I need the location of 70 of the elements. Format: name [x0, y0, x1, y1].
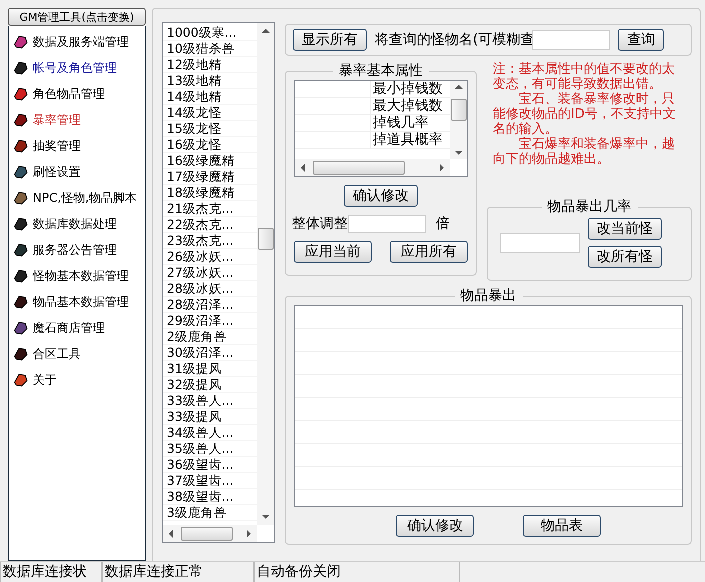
horizontal-scrollbar[interactable]	[295, 159, 450, 176]
sidebar-item[interactable]: 刷怪设置	[33, 164, 81, 180]
scroll-right-icon[interactable]	[440, 164, 444, 172]
status-text: 数据库连接状	[0, 562, 102, 582]
group-title: 暴率基本属性	[338, 62, 424, 80]
query-button[interactable]: 查询	[618, 29, 664, 51]
scale-label: 整体调整	[292, 215, 348, 233]
scroll-thumb[interactable]	[258, 228, 274, 250]
horizontal-scrollbar[interactable]	[163, 525, 257, 542]
apply-current-button[interactable]: 应用当前	[294, 241, 372, 263]
scroll-up-icon[interactable]	[454, 85, 462, 89]
sidebar-item[interactable]: 帐号及角色管理	[33, 60, 117, 76]
group-title: 物品暴出几率	[546, 198, 632, 216]
show-all-button[interactable]: 显示所有	[293, 29, 367, 51]
sprite-icon	[13, 138, 29, 154]
sidebar-item[interactable]: 关于	[33, 372, 57, 388]
sidebar-item[interactable]: 服务器公告管理	[33, 242, 117, 258]
confirm-button[interactable]: 确认修改	[396, 515, 474, 537]
sprite-icon	[13, 190, 29, 206]
scroll-left-icon[interactable]	[301, 164, 305, 172]
scroll-down-icon[interactable]	[262, 515, 270, 519]
sprite-icon	[13, 294, 29, 310]
attribute-name: 最大掉钱数	[372, 98, 443, 114]
sidebar-item[interactable]: 合区工具	[33, 346, 81, 362]
sprite-icon	[13, 242, 29, 258]
scroll-thumb[interactable]	[313, 160, 405, 174]
sprite-icon	[13, 60, 29, 76]
sprite-icon	[13, 372, 29, 388]
sprite-icon	[13, 320, 29, 336]
sprite-icon	[13, 216, 29, 232]
vertical-scrollbar[interactable]	[257, 23, 274, 525]
apply-all-button[interactable]: 应用所有	[390, 241, 468, 263]
item-table-button[interactable]: 物品表	[522, 515, 601, 537]
vertical-scrollbar[interactable]	[450, 81, 467, 159]
sidebar-item[interactable]: 暴率管理	[33, 112, 81, 128]
scale-field[interactable]	[348, 215, 426, 233]
scroll-left-icon[interactable]	[169, 530, 173, 538]
confirm-button[interactable]: 确认修改	[344, 185, 418, 207]
sprite-icon	[13, 346, 29, 362]
scroll-thumb[interactable]	[450, 99, 466, 121]
sidebar-item[interactable]: 角色物品管理	[33, 86, 105, 102]
sidebar-item[interactable]: 抽奖管理	[33, 138, 81, 154]
sidebar-item[interactable]: 物品基本数据管理	[33, 294, 129, 310]
warning-note: 注：基本属性中的值不要改的太变态，有可能导致数据出错。 宝石、装备暴率修改时，只能修改物品的ID号，不支持中文名的输入。 宝石爆率和装备爆率中，越向下的物品越难出。	[493, 62, 677, 169]
status-text: 自动备份关闭	[254, 562, 460, 582]
panel-switch-button[interactable]: GM管理工具(点击变换)	[8, 8, 146, 26]
change-all-button[interactable]: 改所有怪	[588, 246, 662, 268]
sprite-icon	[13, 268, 29, 284]
scroll-thumb[interactable]	[181, 526, 233, 540]
sidebar-item[interactable]: NPC,怪物,物品脚本	[33, 190, 138, 206]
attribute-name: 掉钱几率	[372, 115, 429, 131]
sidebar-item[interactable]: 怪物基本数据管理	[33, 268, 129, 284]
attribute-name: 最小掉钱数	[372, 81, 443, 97]
sidebar-item[interactable]: 魔石商店管理	[33, 320, 105, 336]
sprite-icon	[13, 34, 29, 50]
scroll-up-icon[interactable]	[262, 29, 270, 33]
sidebar-item[interactable]: 数据及服务端管理	[33, 34, 129, 50]
change-current-button[interactable]: 改当前怪	[588, 218, 662, 240]
search-field[interactable]	[532, 30, 610, 50]
scroll-right-icon[interactable]	[247, 530, 251, 538]
group-title: 物品暴出	[460, 287, 518, 305]
chance-field[interactable]	[500, 233, 580, 253]
sprite-icon	[13, 86, 29, 102]
unit-label: 倍	[436, 215, 450, 233]
status-text: 数据库连接正常	[102, 562, 254, 582]
sprite-icon	[13, 164, 29, 180]
attribute-name: 掉道具概率	[372, 132, 443, 148]
scroll-down-icon[interactable]	[454, 151, 462, 155]
sidebar-item[interactable]: 数据库数据处理	[33, 216, 117, 232]
sprite-icon	[13, 112, 29, 128]
